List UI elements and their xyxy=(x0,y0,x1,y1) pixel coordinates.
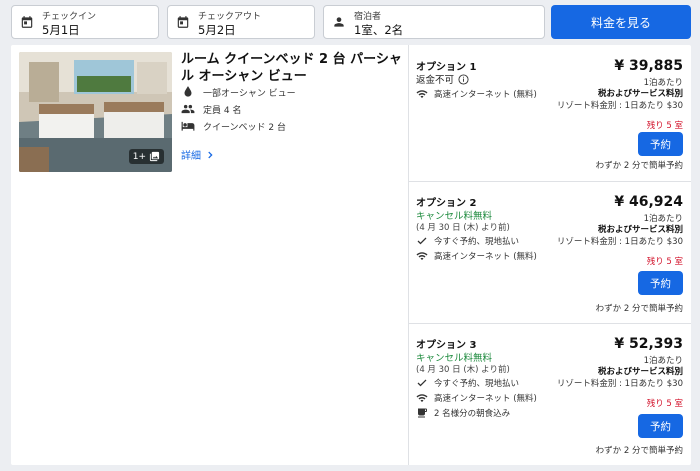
guests-value: 1室、2名 xyxy=(354,23,404,37)
reserve-button[interactable]: 予約 xyxy=(638,271,683,295)
amenity-pay-later: 今すぐ予約、現地払い xyxy=(416,235,519,247)
chevron-right-icon xyxy=(208,151,213,158)
details-link[interactable]: 詳細 xyxy=(181,147,215,162)
photo-count-badge[interactable]: 1+ xyxy=(128,149,164,164)
guests-label: 宿泊者 xyxy=(354,12,382,22)
quick-booking-note: わずか 2 分で簡単予約 xyxy=(595,161,683,171)
price: ¥ 52,393 xyxy=(614,336,683,352)
quick-booking-note: わずか 2 分で簡単予約 xyxy=(595,304,683,314)
amenity-label: 高速インターネット (無料) xyxy=(434,90,537,100)
feature-beds: クイーンベッド 2 台 xyxy=(181,119,286,133)
feature-view: 一部オーシャン ビュー xyxy=(181,85,296,99)
refund-policy: キャンセル料無料 xyxy=(416,350,492,364)
info-icon[interactable] xyxy=(458,73,469,85)
checkin-value: 5月1日 xyxy=(42,23,80,37)
refund-policy: 返金不可 xyxy=(416,72,469,86)
checkout-field[interactable]: チェックアウト 5月2日 xyxy=(167,5,315,39)
feature-beds-label: クイーンベッド 2 台 xyxy=(203,122,286,133)
option-title: オプション 3 xyxy=(416,340,477,351)
gallery-icon xyxy=(149,151,160,162)
quick-booking-note: わずか 2 分で簡単予約 xyxy=(595,446,683,456)
water-drop-icon xyxy=(184,86,192,97)
room-card: 1+ ルーム クイーンベッド 2 台 パーシャル オーシャン ビュー 一部オーシ… xyxy=(11,45,691,465)
option-1: オプション 1 返金不可 高速インターネット (無料) ¥ 39,885 1泊あ… xyxy=(408,45,691,181)
checkout-value: 5月2日 xyxy=(198,23,236,37)
photo-count: 1+ xyxy=(132,151,146,162)
see-price-button[interactable]: 料金を見る xyxy=(551,5,691,39)
amenity-breakfast: 2 名様分の朝食込み xyxy=(416,407,510,419)
amenity-label: 今すぐ予約、現地払い xyxy=(434,379,520,389)
amenity-label: 2 名様分の朝食込み xyxy=(434,409,511,419)
amenity-label: 高速インターネット (無料) xyxy=(434,394,537,404)
tax-note: 税およびサービス料別 xyxy=(597,225,683,235)
calendar-icon xyxy=(21,16,33,28)
wifi-icon xyxy=(416,252,428,260)
reserve-button[interactable]: 予約 xyxy=(638,414,683,438)
room-title: ルーム クイーンベッド 2 台 パーシャル オーシャン ビュー xyxy=(181,52,402,84)
option-title: オプション 2 xyxy=(416,198,477,209)
people-icon xyxy=(181,104,195,114)
room-photo[interactable]: 1+ xyxy=(19,52,172,172)
checkin-label: チェックイン xyxy=(42,12,97,22)
amenity-wifi: 高速インターネット (無料) xyxy=(416,392,537,404)
refund-policy-label: キャンセル料無料 xyxy=(416,353,493,364)
refund-policy: キャンセル料無料 xyxy=(416,208,492,222)
resort-fee: リゾート料金別 : 1日あたり $30 xyxy=(556,237,683,247)
amenity-pay-later: 今すぐ予約、現地払い xyxy=(416,377,519,389)
calendar-icon xyxy=(177,16,189,28)
price: ¥ 39,885 xyxy=(614,58,683,74)
tax-note: 税およびサービス料別 xyxy=(597,367,683,377)
amenity-wifi: 高速インターネット (無料) xyxy=(416,88,537,100)
guests-field[interactable]: 宿泊者 1室、2名 xyxy=(323,5,545,39)
check-icon xyxy=(417,379,427,387)
amenity-label: 高速インターネット (無料) xyxy=(434,252,537,262)
feature-view-label: 一部オーシャン ビュー xyxy=(203,88,296,99)
option-3: オプション 3 キャンセル料無料 (4 月 30 日 (木) より前) 今すぐ予… xyxy=(408,324,691,465)
bed-icon xyxy=(181,121,195,131)
refund-policy-label: 返金不可 xyxy=(416,75,455,86)
option-2: オプション 2 キャンセル料無料 (4 月 30 日 (木) より前) 今すぐ予… xyxy=(408,182,691,323)
price: ¥ 46,924 xyxy=(614,194,683,210)
option-title: オプション 1 xyxy=(416,62,477,73)
details-link-label: 詳細 xyxy=(181,151,201,162)
resort-fee: リゾート料金別 : 1日あたり $30 xyxy=(556,379,683,389)
feature-capacity: 定員 4 名 xyxy=(181,102,241,116)
check-icon xyxy=(417,237,427,245)
person-icon xyxy=(334,17,344,27)
reserve-button[interactable]: 予約 xyxy=(638,132,683,156)
feature-capacity-label: 定員 4 名 xyxy=(203,105,242,116)
rooms-remaining: 残り 5 室 xyxy=(646,257,683,267)
amenity-label: 今すぐ予約、現地払い xyxy=(434,237,520,247)
rooms-remaining: 残り 5 室 xyxy=(646,121,683,131)
refund-deadline: (4 月 30 日 (木) より前) xyxy=(416,223,510,233)
rooms-remaining: 残り 5 室 xyxy=(646,399,683,409)
wifi-icon xyxy=(416,90,428,98)
checkin-field[interactable]: チェックイン 5月1日 xyxy=(11,5,159,39)
tax-note: 税およびサービス料別 xyxy=(597,89,683,99)
refund-policy-label: キャンセル料無料 xyxy=(416,211,493,222)
refund-deadline: (4 月 30 日 (木) より前) xyxy=(416,365,510,375)
checkout-label: チェックアウト xyxy=(198,12,262,22)
coffee-cup-icon xyxy=(418,408,427,418)
resort-fee: リゾート料金別 : 1日あたり $30 xyxy=(556,101,683,111)
amenity-wifi: 高速インターネット (無料) xyxy=(416,250,537,262)
wifi-icon xyxy=(416,394,428,402)
